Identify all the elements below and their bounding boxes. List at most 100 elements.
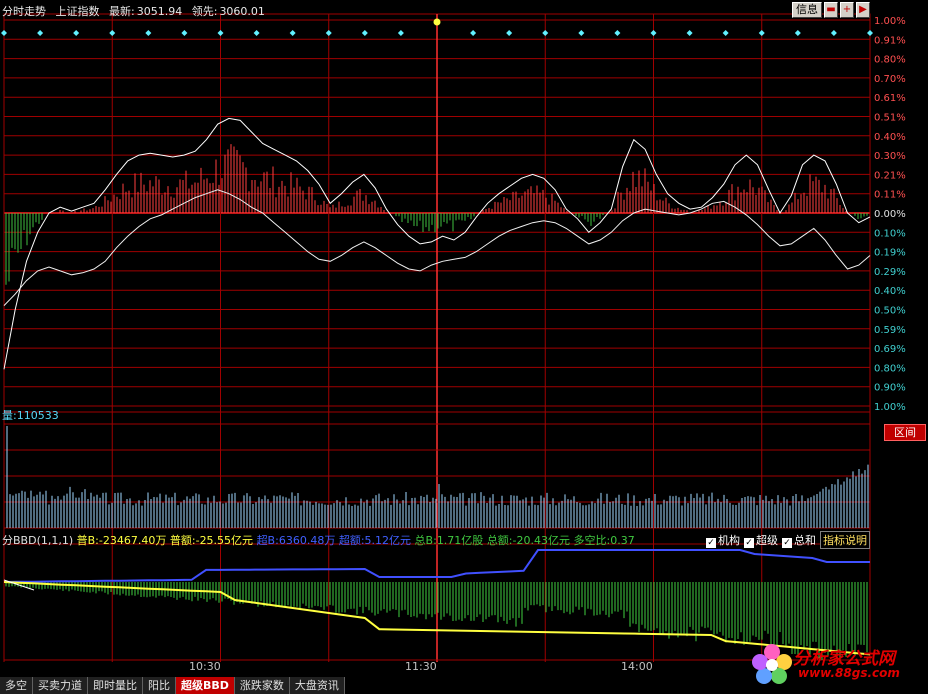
pct-tick-label: 0.11%	[874, 190, 906, 201]
pct-tick-label: 0.21%	[874, 170, 906, 181]
pct-tick-label: 0.80%	[874, 363, 906, 374]
close-icon[interactable]: ▶	[856, 2, 870, 18]
diamond-marker-icon	[73, 30, 80, 36]
check-total[interactable]: ✓ 总和	[782, 532, 816, 548]
pu-e-value: -25.55亿元	[195, 534, 254, 547]
check-institution-label: 机构	[718, 534, 740, 547]
chart-canvas: 1.00% 0.91% 0.80% 0.70% 0.61% 0.51% 0.40% 0.30%…	[1, 13, 906, 664]
index-name: 上证指数	[55, 5, 100, 18]
diamond-marker-icon	[867, 30, 873, 36]
chao-e-label: 超额:	[338, 534, 365, 547]
time-label: 10:30	[189, 660, 221, 673]
pu-b-value: -23467.40万	[98, 534, 167, 547]
ratio-label: 多空比:	[573, 534, 611, 547]
pu-b-label: 普B:	[76, 534, 99, 547]
pct-tick-label: 0.40%	[874, 132, 906, 143]
diamond-marker-icon	[470, 30, 477, 36]
pct-tick-label: 0.19%	[874, 248, 906, 259]
chart-mode-title: 分时走势	[2, 5, 46, 18]
minimize-icon[interactable]: ▬	[824, 2, 838, 18]
diamond-marker-icon	[506, 30, 513, 36]
tab-buy-sell-force[interactable]: 买卖力道	[33, 677, 88, 694]
latest-value: 3051.94	[136, 5, 183, 18]
pct-tick-label: 0.29%	[874, 267, 906, 278]
volume-value: 110533	[16, 409, 59, 422]
diamond-marker-icon	[181, 30, 188, 36]
diamond-marker-icon	[578, 30, 585, 36]
diamond-marker-icon	[686, 30, 693, 36]
diamond-marker-icon	[614, 30, 621, 36]
checkbox-checked-icon[interactable]: ✓	[706, 538, 716, 548]
diamond-marker-icon	[650, 30, 657, 36]
tab-market-news[interactable]: 大盘资讯	[289, 677, 345, 694]
diamond-marker-icon	[758, 30, 765, 36]
diamond-marker-icon	[145, 30, 152, 36]
logo-url: www.88gs.com	[798, 666, 900, 680]
maximize-icon[interactable]: +	[840, 2, 854, 18]
check-super[interactable]: ✓ 超级	[744, 532, 778, 548]
pct-tick-label: 0.80%	[874, 55, 906, 66]
tab-volume-ratio[interactable]: 即时量比	[88, 677, 143, 694]
pct-tick-label: 0.10%	[874, 228, 906, 239]
pct-tick-label: 0.69%	[874, 344, 906, 355]
diamond-marker-icon	[830, 30, 837, 36]
bbd-readout: 分BBD(1,1,1) 普B:-23467.40万 普额:-25.55亿元 超B…	[2, 532, 635, 548]
tab-advance-decline[interactable]: 涨跌家数	[234, 677, 290, 694]
diamond-marker-icon	[397, 30, 404, 36]
pct-tick-label: 0.90%	[874, 383, 906, 394]
checkbox-checked-icon[interactable]: ✓	[744, 538, 754, 548]
pct-tick-label: 0.59%	[874, 325, 906, 336]
midday-marker-icon	[433, 18, 441, 26]
bbd-options: ✓ 机构 ✓ 超级 ✓ 总和 指标说明	[706, 531, 870, 549]
chao-b-value: 6360.48万	[278, 534, 336, 547]
pct-tick-label: 0.91%	[874, 35, 906, 46]
pct-tick-label: 0.70%	[874, 74, 906, 85]
chao-e-value: 5.12亿元	[364, 534, 412, 547]
zong-e-label: 总额:	[486, 534, 513, 547]
pct-tick-label: 0.61%	[874, 93, 906, 104]
pct-tick-label: 1.00%	[874, 16, 906, 27]
check-total-label: 总和	[794, 534, 816, 547]
zong-b-label: 总B:	[414, 534, 437, 547]
time-label: 11:30	[405, 660, 437, 673]
diamond-marker-icon	[794, 30, 801, 36]
check-super-label: 超级	[756, 534, 778, 547]
chart-header: 分时走势 上证指数 最新: 3051.94 领先: 3060.01	[2, 3, 271, 19]
diamond-marker-icon	[1, 30, 7, 36]
tab-yang-ratio[interactable]: 阳比	[143, 677, 176, 694]
diamond-marker-icon	[361, 30, 368, 36]
diamond-marker-icon	[722, 30, 729, 36]
pu-e-label: 普额:	[169, 534, 196, 547]
window-controls: 信息 ▬ + ▶	[792, 2, 870, 18]
diamond-marker-icon	[253, 30, 260, 36]
zone-button[interactable]: 区间	[884, 424, 926, 441]
time-label: 14:00	[621, 660, 653, 673]
pct-tick-label: 0.30%	[874, 151, 906, 162]
lead-value: 3060.01	[219, 5, 265, 18]
diamond-marker-icon	[37, 30, 44, 36]
checkbox-checked-icon[interactable]: ✓	[782, 538, 792, 548]
ratio-value: 0.37	[610, 534, 635, 547]
indicator-tabs: 多空 买卖力道 即时量比 阳比 超级BBD 涨跌家数 大盘资讯	[0, 677, 345, 694]
pct-tick-label: 0.50%	[874, 306, 906, 317]
flower-logo-icon	[752, 644, 792, 684]
diamond-marker-icon	[109, 30, 116, 36]
zong-e-value: -20.43亿元	[512, 534, 570, 547]
info-button[interactable]: 信息	[792, 2, 822, 18]
tab-super-bbd[interactable]: 超级BBD	[176, 677, 235, 694]
latest-label: 最新:	[109, 5, 135, 18]
tab-duokong[interactable]: 多空	[0, 677, 33, 694]
pct-tick-label: 0.40%	[874, 286, 906, 297]
volume-readout: 量:110533	[2, 407, 59, 423]
diamond-marker-icon	[542, 30, 549, 36]
pct-tick-label: 0.00%	[874, 209, 906, 220]
zong-b-value: 1.71亿股	[436, 534, 484, 547]
pct-tick-label: 1.00%	[874, 402, 906, 413]
lead-label: 领先:	[191, 5, 218, 18]
check-institution[interactable]: ✓ 机构	[706, 532, 740, 548]
diamond-marker-icon	[217, 30, 224, 36]
indicator-explain-button[interactable]: 指标说明	[820, 531, 870, 549]
diamond-marker-icon	[325, 30, 332, 36]
chao-b-label: 超B:	[256, 534, 279, 547]
diamond-marker-icon	[289, 30, 296, 36]
